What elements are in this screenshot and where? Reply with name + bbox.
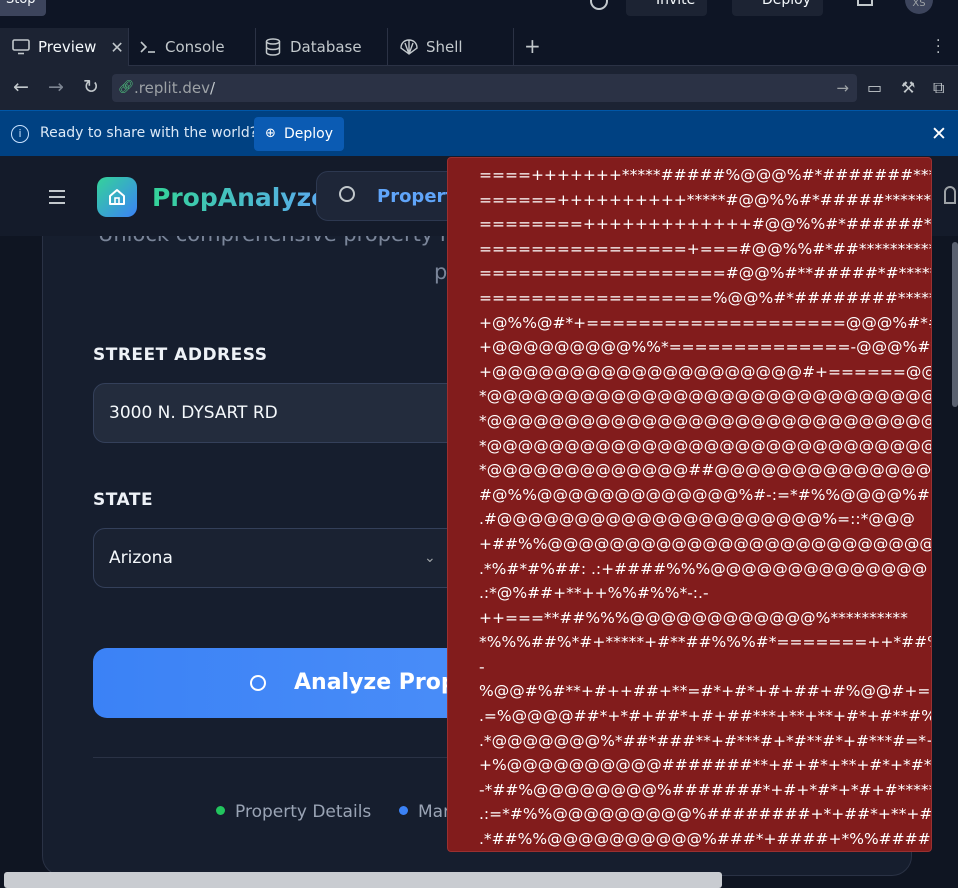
search-icon bbox=[339, 186, 355, 202]
tab-label: Preview bbox=[38, 38, 97, 56]
add-tab-button[interactable]: + bbox=[524, 36, 541, 56]
blue-dot-icon bbox=[399, 806, 408, 815]
preview-url-bar: ← → ↻ 🔗︎ .replit.dev/ → ▭ ⚒ ⧉ bbox=[0, 66, 958, 110]
ascii-art-text: ====+++++++*****#####%@@@%#*#######*****… bbox=[479, 166, 932, 849]
close-icon[interactable]: ✕ bbox=[110, 38, 123, 57]
link-icon: 🔗︎ bbox=[118, 80, 135, 95]
stop-button[interactable]: Stop bbox=[0, 0, 46, 16]
state-label: STATE bbox=[93, 490, 154, 510]
legend-label: Mar bbox=[418, 802, 451, 822]
home-icon[interactable] bbox=[97, 177, 137, 217]
external-link-icon[interactable]: ⧉ bbox=[933, 78, 944, 98]
close-icon[interactable]: ✕ bbox=[931, 123, 947, 145]
devices-icon[interactable]: ▭ bbox=[867, 78, 882, 97]
legend-label: Property Details bbox=[235, 802, 372, 822]
bell-icon[interactable] bbox=[857, 0, 873, 6]
menu-icon[interactable] bbox=[49, 190, 65, 208]
url-path: / bbox=[209, 79, 216, 97]
url-input[interactable]: 🔗︎ .replit.dev/ → bbox=[112, 74, 857, 102]
deploy-icon: ⊕ bbox=[265, 126, 276, 141]
horizontal-scrollbar[interactable] bbox=[4, 872, 722, 888]
legend-item-market: Mar bbox=[399, 802, 450, 822]
tab-database[interactable]: Database bbox=[256, 28, 388, 66]
back-arrow-icon[interactable]: ← bbox=[13, 77, 29, 97]
wrench-icon[interactable]: ⚒ bbox=[901, 78, 915, 97]
state-select-value: Arizona bbox=[109, 548, 173, 568]
database-icon bbox=[264, 38, 282, 56]
deploy-top-button[interactable]: Deploy bbox=[732, 0, 824, 16]
deploy-button[interactable]: ⊕ Deploy bbox=[254, 117, 345, 151]
pane-tabs: Preview ✕ Console Database Shell + · · · bbox=[0, 28, 958, 66]
green-dot-icon bbox=[216, 806, 225, 815]
banner-message: Ready to share with the world? bbox=[40, 125, 258, 141]
invite-button[interactable]: Invite bbox=[626, 0, 708, 16]
search-icon bbox=[250, 675, 266, 691]
tab-console[interactable]: Console bbox=[129, 28, 256, 66]
terminal-icon bbox=[139, 38, 157, 56]
tab-label: Shell bbox=[426, 38, 463, 56]
url-domain: .replit.dev bbox=[134, 79, 210, 97]
ascii-art-overlay: ====+++++++*****#####%@@@%#*#######*****… bbox=[447, 157, 932, 852]
tab-preview[interactable]: Preview ✕ bbox=[0, 28, 129, 66]
street-address-label: STREET ADDRESS bbox=[93, 345, 268, 365]
chevron-down-icon: ⌄ bbox=[424, 550, 436, 566]
user-icon[interactable] bbox=[944, 186, 956, 204]
deploy-button-label: Deploy bbox=[284, 126, 334, 142]
subtitle-line-2: p bbox=[434, 260, 448, 284]
deploy-banner: i Ready to share with the world? ⊕ Deplo… bbox=[0, 110, 958, 156]
tab-shell[interactable]: Shell bbox=[388, 28, 514, 66]
tab-label: Database bbox=[290, 38, 362, 56]
avatar[interactable]: XS bbox=[905, 0, 933, 14]
workspace-topbar: Stop Invite Deploy XS bbox=[0, 0, 958, 22]
more-icon[interactable]: · · · bbox=[936, 34, 942, 60]
info-icon: i bbox=[11, 125, 29, 143]
legend-item-property-details: Property Details bbox=[216, 802, 371, 822]
analyze-button-label: Analyze Prope bbox=[294, 670, 472, 695]
monitor-icon bbox=[12, 38, 30, 56]
refresh-icon[interactable]: ↻ bbox=[83, 77, 99, 97]
forward-arrow-icon[interactable]: → bbox=[48, 77, 64, 97]
shell-icon bbox=[400, 38, 418, 56]
go-arrow-icon[interactable]: → bbox=[836, 74, 849, 102]
tab-label: Console bbox=[165, 38, 225, 56]
search-icon[interactable] bbox=[590, 0, 608, 10]
vertical-scrollbar[interactable] bbox=[952, 242, 958, 407]
